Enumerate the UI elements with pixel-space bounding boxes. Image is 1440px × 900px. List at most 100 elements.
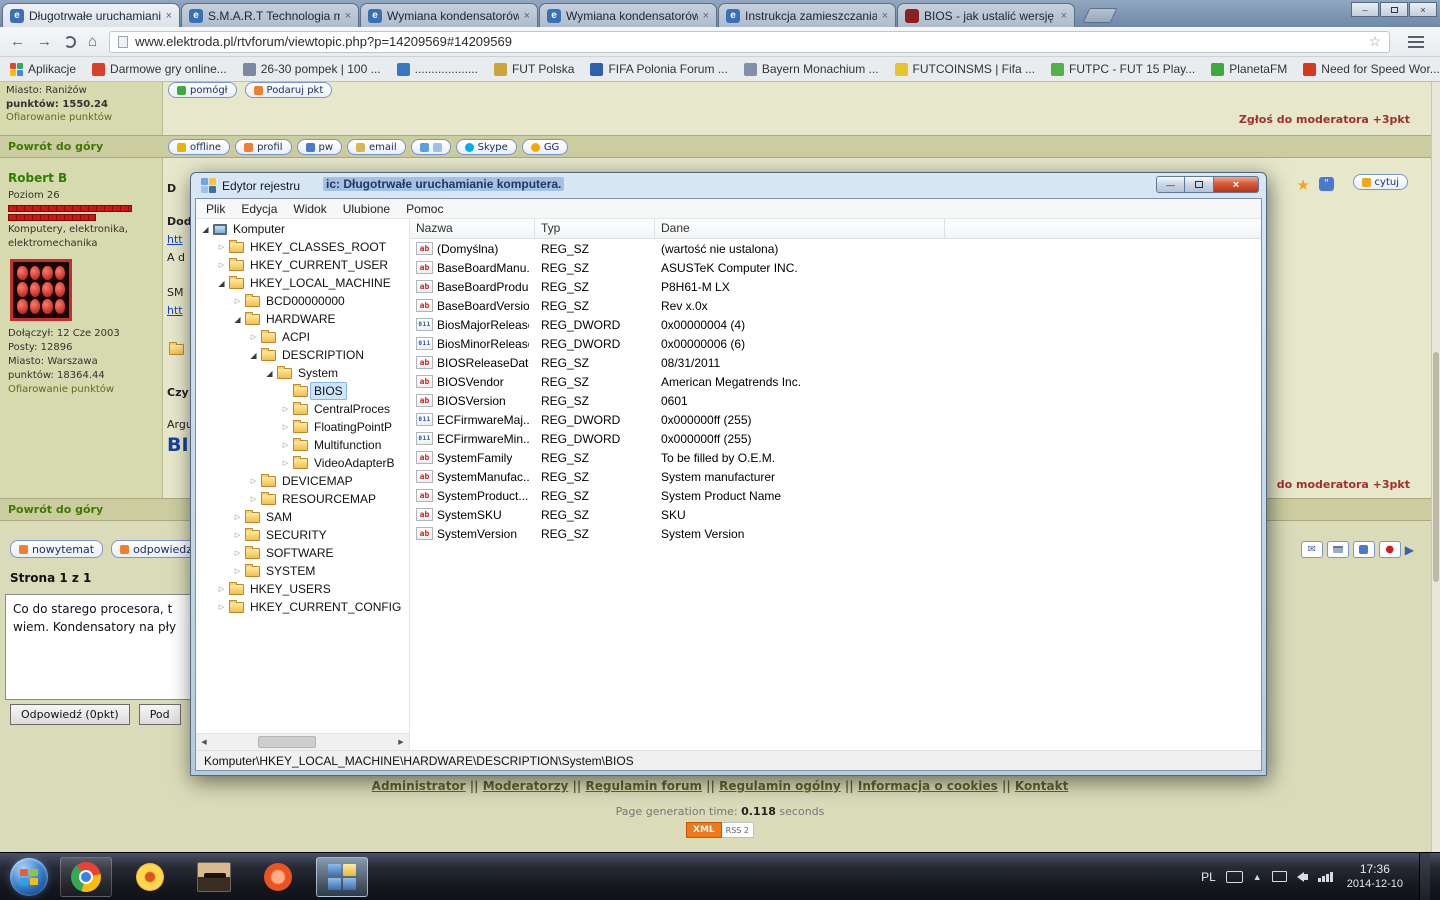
donate-points-link[interactable]: Ofiarowanie punktów — [6, 111, 156, 125]
language-indicator[interactable]: PL — [1201, 870, 1216, 884]
chrome-menu-icon[interactable] — [1408, 40, 1424, 43]
back-to-top-link[interactable]: Powrót do góry — [8, 140, 103, 153]
registry-value-row[interactable]: ab SystemManufac... REG_SZ System manufactu… — [410, 467, 1261, 486]
tree-item[interactable]: ◢ Komputer — [196, 220, 409, 238]
gift-points-button[interactable]: Podaruj pkt — [244, 82, 333, 98]
menu-item-edycja[interactable]: Edycja — [233, 202, 285, 216]
donate-points-link[interactable]: Ofiarowanie punktów — [8, 383, 154, 397]
bookmark-item[interactable]: FIFA Polonia Forum ... — [590, 62, 728, 76]
home-icon[interactable]: ⌂ — [88, 33, 97, 50]
bookmark-item[interactable]: FUTPC - FUT 15 Play... — [1051, 62, 1195, 76]
expand-icon[interactable]: ▷ — [232, 549, 243, 557]
tree-item[interactable]: ▷ SECURITY — [196, 526, 409, 544]
tab-close-icon[interactable]: × — [345, 10, 351, 22]
tree-item[interactable]: ▷ HKEY_USERS — [196, 580, 409, 598]
bookmark-item[interactable]: FUTCOINSMS | Fifa ... — [894, 62, 1035, 76]
taskbar-app-3[interactable] — [188, 857, 240, 897]
footer-link[interactable]: Kontakt — [1015, 779, 1068, 793]
bookmark-item[interactable]: PlanetaFM — [1211, 62, 1287, 76]
collapse-icon[interactable]: ◢ — [216, 279, 227, 288]
footer-link[interactable]: Regulamin ogólny — [719, 779, 841, 793]
tree-item[interactable]: ▷ HKEY_CLASSES_ROOT — [196, 238, 409, 256]
bookmark-star-icon[interactable]: ☆ — [1368, 33, 1381, 50]
column-header-dane[interactable]: Dane — [655, 219, 945, 238]
registry-value-row[interactable]: ab SystemSKU REG_SZ SKU — [410, 505, 1261, 524]
expand-icon[interactable]: ▷ — [232, 297, 243, 305]
helped-button[interactable]: pomógł — [168, 82, 237, 98]
bookmark-item[interactable]: FUT Polska — [493, 62, 574, 76]
expand-icon[interactable]: ▷ — [280, 405, 291, 413]
minimize-button[interactable]: – — [1351, 2, 1379, 17]
rss-topic-icon[interactable]: ● — [1378, 541, 1401, 558]
menu-item-widok[interactable]: Widok — [285, 202, 334, 216]
expand-icon[interactable]: ▷ — [280, 423, 291, 431]
tree-item[interactable]: BIOS — [196, 382, 409, 400]
quote-button[interactable]: cytuj — [1352, 174, 1408, 190]
bookmark-item[interactable]: 26-30 pompek | 100 ... — [242, 62, 381, 76]
menu-item-plik[interactable]: Plik — [198, 202, 233, 216]
bookmark-item[interactable]: ................... — [396, 62, 478, 76]
registry-value-row[interactable]: ab (Domyślna) REG_SZ (wartość nie ustalona) — [410, 239, 1261, 258]
favorite-star-icon[interactable]: ★ — [1297, 176, 1310, 194]
report-to-moderator-link[interactable]: Zgłoś do moderatora +3pkt — [1239, 113, 1410, 126]
new-tab-button[interactable] — [1082, 8, 1118, 23]
expand-icon[interactable]: ▷ — [216, 585, 227, 593]
page-scrollbar[interactable] — [1431, 82, 1440, 852]
maximize-button[interactable] — [1185, 176, 1214, 193]
scrollbar-thumb[interactable] — [1433, 352, 1439, 582]
browser-tab[interactable]: e S.M.A.R.T Technologia m... × — [181, 3, 359, 27]
close-button[interactable]: × — [1409, 2, 1437, 17]
back-to-top-link[interactable]: Powrót do góry — [8, 503, 103, 516]
scroll-right-icon[interactable]: ▶ — [393, 738, 409, 746]
registry-value-row[interactable]: ab SystemFamily REG_SZ To be filled by O.E.… — [410, 448, 1261, 467]
taskbar-regedit[interactable] — [316, 856, 368, 897]
volume-icon[interactable] — [1296, 871, 1308, 882]
tree-item[interactable]: ▷ VideoAdapterB — [196, 454, 409, 472]
footer-link[interactable]: Moderatorzy — [483, 779, 569, 793]
back-icon[interactable]: ← — [10, 33, 25, 50]
tree-item[interactable]: ▷ HKEY_CURRENT_USER — [196, 256, 409, 274]
tab-close-icon[interactable]: × — [166, 10, 172, 22]
browser-tab[interactable]: BIOS - jak ustalić wersję b... × — [897, 3, 1075, 27]
post-button-profil[interactable]: profil — [235, 139, 292, 155]
close-button[interactable]: × — [1214, 176, 1259, 193]
report-to-moderator-link-partial[interactable]: do moderatora +3pkt — [1277, 478, 1410, 491]
forum-button-odpowiedz[interactable]: odpowiedz — [111, 540, 202, 558]
expand-icon[interactable]: ▷ — [248, 495, 259, 503]
bookmark-item[interactable]: Need for Speed Wor... — [1303, 62, 1440, 76]
registry-value-row[interactable]: 011 BiosMinorRelease REG_DWORD 0x00000006 (… — [410, 334, 1261, 353]
refresh-icon[interactable] — [64, 35, 76, 48]
tree-item[interactable]: ◢ System — [196, 364, 409, 382]
expand-icon[interactable]: ▷ — [232, 567, 243, 575]
tab-close-icon[interactable]: × — [882, 10, 888, 22]
address-bar[interactable]: www.elektroda.pl/rtvforum/viewtopic.php?… — [109, 30, 1390, 53]
menu-item-ulubione[interactable]: Ulubione — [335, 202, 398, 216]
tab-close-icon[interactable]: × — [703, 10, 709, 22]
tree-item[interactable]: ▷ SYSTEM — [196, 562, 409, 580]
post-button-pw[interactable]: pw — [296, 139, 343, 155]
tree-item[interactable]: ▷ SOFTWARE — [196, 544, 409, 562]
forward-icon[interactable]: → — [37, 33, 52, 50]
registry-value-row[interactable]: ab SystemVersion REG_SZ System Version — [410, 524, 1261, 543]
expand-icon[interactable]: ▷ — [216, 603, 227, 611]
tree-item[interactable]: ▷ FloatingPointP — [196, 418, 409, 436]
quote-bubble-icon[interactable]: " — [1319, 177, 1334, 191]
post-button-email[interactable]: email — [347, 139, 406, 155]
expand-icon[interactable]: ▷ — [216, 261, 227, 269]
scroll-thumb[interactable] — [258, 736, 316, 748]
registry-value-row[interactable]: 011 ECFirmwareMin... REG_DWORD 0x000000ff (… — [410, 429, 1261, 448]
expand-icon[interactable]: ▷ — [280, 441, 291, 449]
tree-item[interactable]: ▷ HKEY_CURRENT_CONFIG — [196, 598, 409, 616]
collapse-icon[interactable]: ◢ — [264, 369, 275, 378]
menu-item-pomoc[interactable]: Pomoc — [398, 202, 451, 216]
expand-icon[interactable]: ▷ — [232, 531, 243, 539]
registry-value-row[interactable]: ab BIOSReleaseDate REG_SZ 08/31/2011 — [410, 353, 1261, 372]
scroll-left-icon[interactable]: ◀ — [196, 738, 212, 746]
footer-link[interactable]: Regulamin forum — [586, 779, 703, 793]
bookmark-item[interactable]: Bayern Monachium ... — [743, 62, 879, 76]
registry-value-row[interactable]: ab BIOSVersion REG_SZ 0601 — [410, 391, 1261, 410]
browser-tab[interactable]: e Wymiana kondensatorów × — [360, 3, 538, 27]
display-icon[interactable] — [1271, 871, 1287, 882]
taskbar-chrome[interactable] — [60, 856, 112, 897]
tree-item[interactable]: ▷ SAM — [196, 508, 409, 526]
